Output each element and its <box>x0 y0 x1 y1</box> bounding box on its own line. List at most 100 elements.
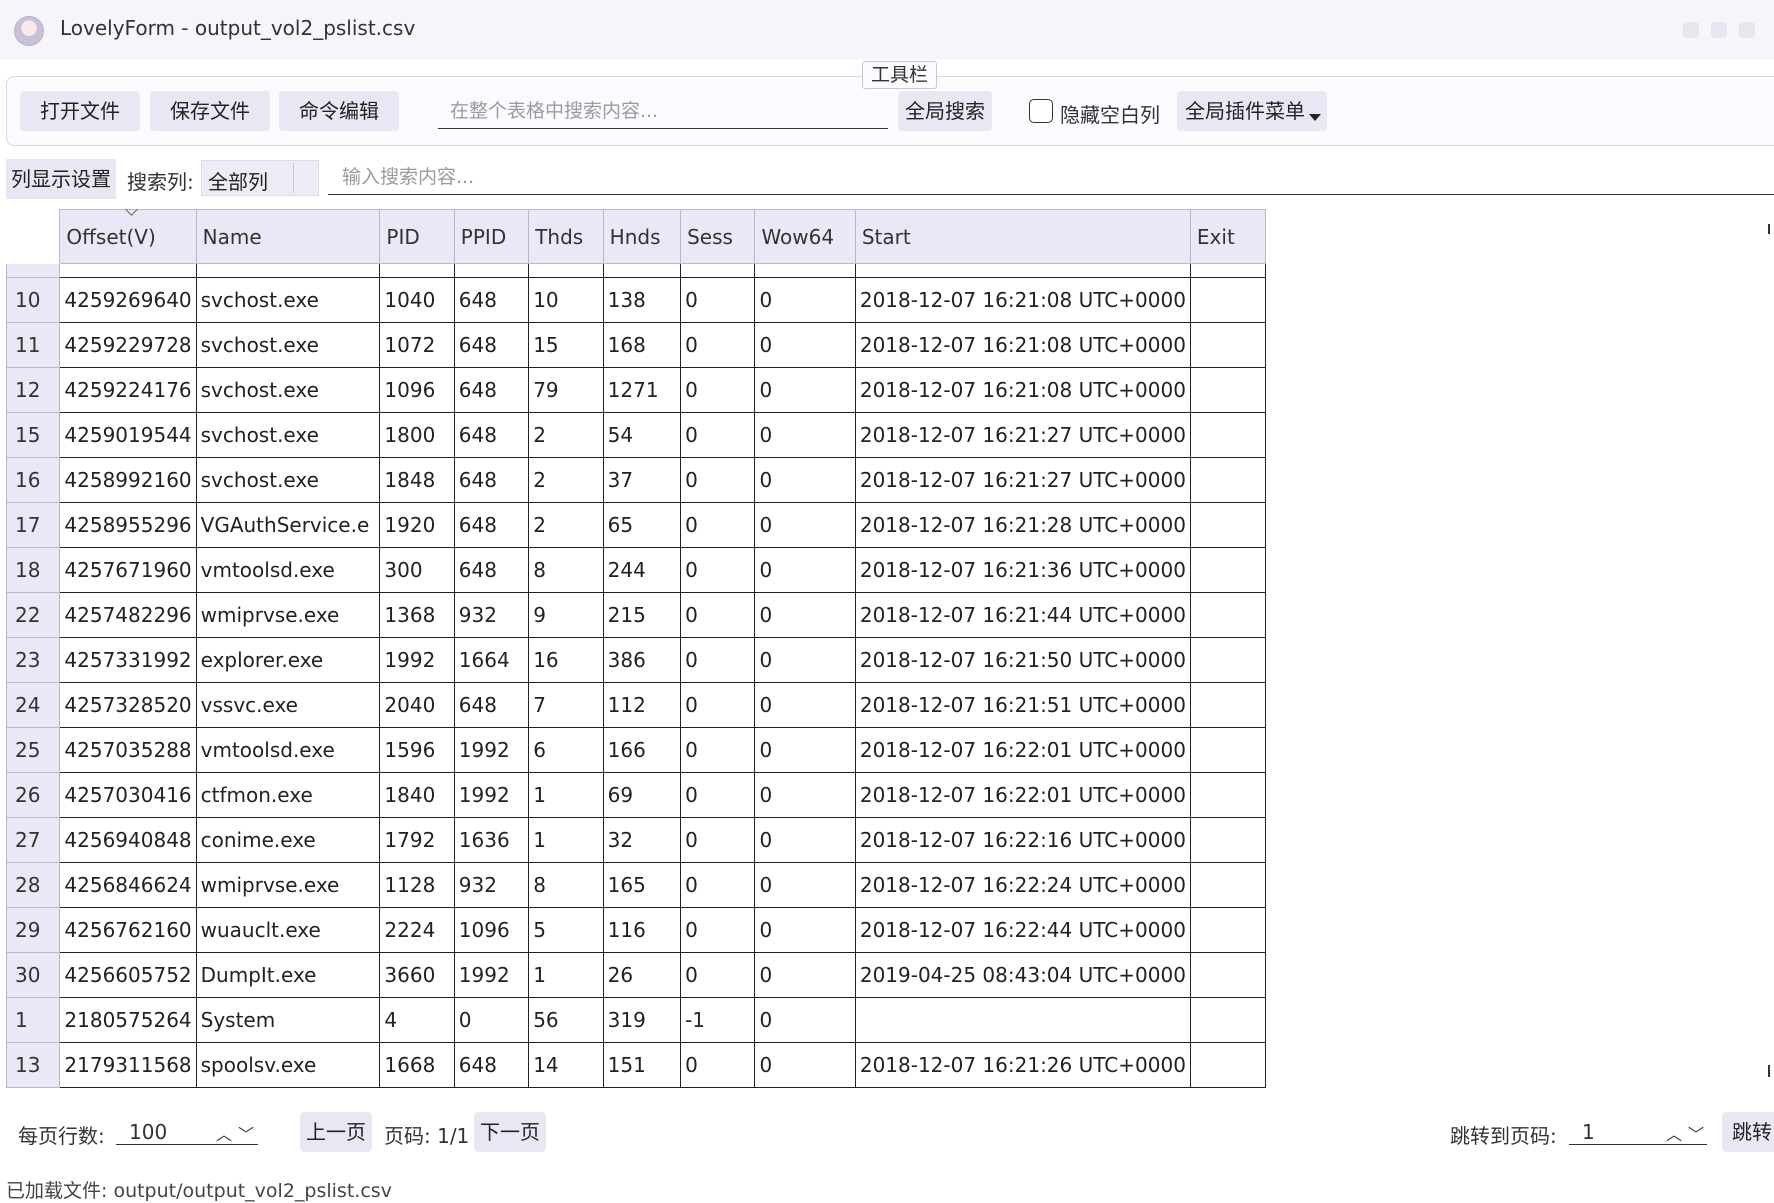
row-number[interactable]: 24 <box>6 682 61 728</box>
table-row[interactable]: 12 4259224176 svchost.exe 1096 648 79 1271 0 0 20… <box>6 367 1266 413</box>
table-cell[interactable]: 4256605752 <box>59 952 197 998</box>
minimize-icon[interactable] <box>1683 22 1699 38</box>
table-cell[interactable]: spoolsv.exe <box>195 1042 381 1088</box>
table-cell[interactable]: 244 <box>602 547 682 593</box>
table-row[interactable]: 22 4257482296 wmiprvse.exe 1368 932 9 215 0 0 201… <box>6 592 1266 638</box>
table-cell[interactable]: 1368 <box>379 592 455 638</box>
table-cell[interactable]: 2 <box>528 412 604 458</box>
table-cell[interactable] <box>1189 952 1266 998</box>
hide-empty-columns-checkbox[interactable] <box>1029 99 1053 123</box>
column-search-input[interactable] <box>328 159 1774 195</box>
table-cell[interactable]: 2018-12-07 16:22:24 UTC+0000 <box>854 862 1191 908</box>
table-cell[interactable]: 0 <box>754 547 856 593</box>
scrollbar-top[interactable] <box>1768 224 1770 234</box>
table-cell[interactable]: wmiprvse.exe <box>195 862 381 908</box>
chevron-up-icon[interactable]: ︿ <box>216 1121 232 1145</box>
table-cell[interactable] <box>1189 907 1266 953</box>
chevron-up-icon[interactable]: ︿ <box>1666 1121 1682 1145</box>
global-search-input[interactable] <box>438 93 888 129</box>
table-cell[interactable]: svchost.exe <box>195 412 381 458</box>
table-cell[interactable] <box>1189 412 1266 458</box>
column-header[interactable]: Hnds <box>602 209 682 264</box>
table-cell[interactable]: 386 <box>602 637 682 683</box>
table-cell[interactable]: 16 <box>528 637 604 683</box>
table-cell[interactable]: conime.exe <box>195 817 381 863</box>
table-cell[interactable] <box>1189 457 1266 503</box>
next-page-button[interactable]: 下一页 <box>474 1112 546 1152</box>
table-cell[interactable]: 648 <box>453 277 530 323</box>
maximize-icon[interactable] <box>1711 22 1727 38</box>
table-cell[interactable]: 2 <box>528 457 604 503</box>
table-cell[interactable]: wmiprvse.exe <box>195 592 381 638</box>
table-cell[interactable]: explorer.exe <box>195 637 381 683</box>
table-cell[interactable]: ctfmon.exe <box>195 772 381 818</box>
table-cell[interactable]: 1992 <box>453 952 530 998</box>
table-cell[interactable]: 1271 <box>602 367 682 413</box>
column-display-settings-button[interactable]: 列显示设置 <box>6 159 116 199</box>
table-cell[interactable]: 0 <box>754 952 856 998</box>
table-cell[interactable]: 0 <box>680 1042 756 1088</box>
table-cell[interactable]: 3660 <box>379 952 455 998</box>
table-cell[interactable] <box>1189 772 1266 818</box>
table-cell[interactable]: vmtoolsd.exe <box>195 547 381 593</box>
table-cell[interactable]: 319 <box>602 997 682 1043</box>
table-cell[interactable]: 2 <box>528 502 604 548</box>
table-cell[interactable]: 0 <box>754 502 856 548</box>
rows-per-page-value[interactable]: 100 <box>129 1120 167 1144</box>
table-cell[interactable]: 215 <box>602 592 682 638</box>
table-cell[interactable]: 65 <box>602 502 682 548</box>
column-header[interactable]: Wow64 <box>754 209 856 264</box>
row-number[interactable]: 13 <box>6 1042 61 1088</box>
table-cell[interactable] <box>1189 502 1266 548</box>
table-cell[interactable]: 4259019544 <box>59 412 197 458</box>
table-cell[interactable]: 648 <box>453 502 530 548</box>
table-cell[interactable]: 1992 <box>379 637 455 683</box>
table-cell[interactable]: 1992 <box>453 772 530 818</box>
table-cell[interactable]: 1664 <box>453 637 530 683</box>
table-cell[interactable]: 0 <box>680 772 756 818</box>
table-row[interactable]: 16 4258992160 svchost.exe 1848 648 2 37 0 0 2018-… <box>6 457 1266 503</box>
table-cell[interactable]: DumpIt.exe <box>195 952 381 998</box>
column-header[interactable]: Exit <box>1189 209 1266 264</box>
table-cell[interactable]: 2019-04-25 08:43:04 UTC+0000 <box>854 952 1191 998</box>
table-cell[interactable]: 1636 <box>453 817 530 863</box>
table-cell[interactable]: 0 <box>754 367 856 413</box>
table-cell[interactable]: 37 <box>602 457 682 503</box>
table-cell[interactable]: 1072 <box>379 322 455 368</box>
table-cell[interactable] <box>1189 592 1266 638</box>
table-cell[interactable]: 2180575264 <box>59 997 197 1043</box>
row-number[interactable]: 30 <box>6 952 61 998</box>
hide-empty-columns-label[interactable]: 隐藏空白列 <box>1060 99 1160 128</box>
table-row[interactable]: 15 4259019544 svchost.exe 1800 648 2 54 0 0 2018-… <box>6 412 1266 458</box>
table-cell[interactable]: 0 <box>754 727 856 773</box>
table-cell[interactable]: 4257035288 <box>59 727 197 773</box>
table-row[interactable]: 23 4257331992 explorer.exe 1992 1664 16 386 0 0 2… <box>6 637 1266 683</box>
table-row[interactable]: 29 4256762160 wuauclt.exe 2224 1096 5 116 0 0 201… <box>6 907 1266 953</box>
table-cell[interactable]: 15 <box>528 322 604 368</box>
table-cell[interactable]: 4257328520 <box>59 682 197 728</box>
table-cell[interactable]: 2040 <box>379 682 455 728</box>
search-column-value[interactable]: 全部列 <box>208 166 268 195</box>
table-cell[interactable]: 648 <box>453 682 530 728</box>
table-row[interactable]: 11 4259229728 svchost.exe 1072 648 15 168 0 0 201… <box>6 322 1266 368</box>
table-cell[interactable]: 26 <box>602 952 682 998</box>
table-cell[interactable]: 2224 <box>379 907 455 953</box>
table-cell[interactable]: 168 <box>602 322 682 368</box>
table-row[interactable]: 13 2179311568 spoolsv.exe 1668 648 14 151 0 0 201… <box>6 1042 1266 1088</box>
table-cell[interactable]: 0 <box>754 457 856 503</box>
table-cell[interactable]: 0 <box>680 817 756 863</box>
table-cell[interactable]: 2018-12-07 16:21:08 UTC+0000 <box>854 367 1191 413</box>
table-cell[interactable]: 79 <box>528 367 604 413</box>
table-cell[interactable] <box>854 997 1191 1043</box>
table-cell[interactable]: 648 <box>453 367 530 413</box>
table-cell[interactable]: 648 <box>453 412 530 458</box>
table-cell[interactable] <box>1189 682 1266 728</box>
table-cell[interactable]: 0 <box>680 547 756 593</box>
row-number[interactable]: 25 <box>6 727 61 773</box>
row-number[interactable]: 22 <box>6 592 61 638</box>
table-cell[interactable]: 2018-12-07 16:21:26 UTC+0000 <box>854 1042 1191 1088</box>
save-file-button[interactable]: 保存文件 <box>150 91 270 131</box>
row-number[interactable]: 23 <box>6 637 61 683</box>
table-cell[interactable]: vmtoolsd.exe <box>195 727 381 773</box>
table-cell[interactable]: 4256846624 <box>59 862 197 908</box>
